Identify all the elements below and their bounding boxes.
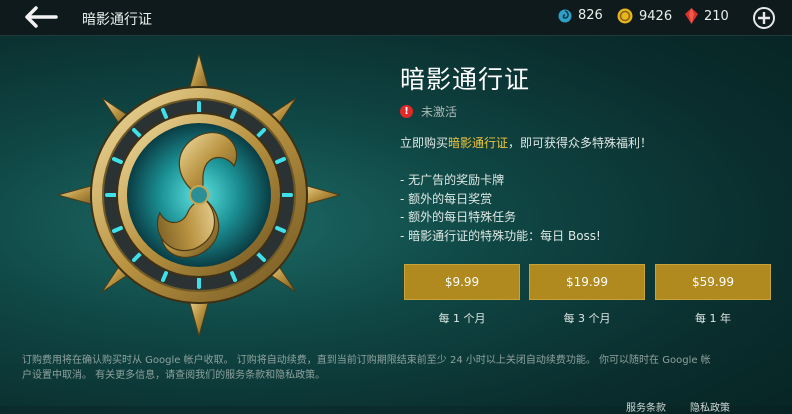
benefit-item: - 额外的每日特殊任务 — [400, 210, 517, 224]
page-title: 暗影通行证 — [82, 12, 152, 28]
currency-swirl: 826 — [558, 8, 603, 23]
desc-suffix: ，即可获得众多特殊福利！ — [508, 136, 653, 150]
blue-swirl-icon — [558, 9, 572, 22]
buy-yearly-button[interactable]: $59.99 — [655, 264, 771, 300]
desc-prefix: 立即购买 — [400, 136, 449, 150]
currency-gold-value: 9426 — [639, 8, 673, 24]
gold-coin-icon — [617, 8, 633, 24]
benefit-item: - 无广告的奖励卡牌 — [400, 173, 505, 187]
status-badge: ! 未激活 — [400, 103, 457, 120]
legal-notice: 订购费用将在确认购买时从 Google 帐户收取。 订购将自动续费，直到当前订购… — [22, 355, 711, 381]
benefits-list: - 无广告的奖励卡牌 - 额外的每日奖赏 - 额外的每日特殊任务 - 暗影通行证… — [400, 171, 601, 245]
terms-link[interactable]: 服务条款 — [626, 403, 666, 414]
currency-gold: 9426 — [617, 8, 672, 24]
pass-title: 暗影通行证 — [400, 65, 531, 94]
legal-links: 服务条款 隐私政策 — [626, 399, 754, 414]
currency-gem: 210 — [685, 8, 729, 24]
period-yearly: 每 1 年 — [695, 312, 731, 325]
top-bar: 暗影通行证 826 9426 210 — [0, 0, 792, 36]
buy-monthly-button[interactable]: $9.99 — [404, 264, 520, 300]
red-gem-icon — [685, 8, 698, 24]
buy-quarterly-button[interactable]: $19.99 — [529, 264, 645, 300]
status-text: 未激活 — [421, 105, 458, 119]
pass-description: 立即购买暗影通行证，即可获得众多特殊福利！ — [400, 134, 652, 151]
benefit-item: - 额外的每日奖赏 — [400, 191, 493, 206]
back-arrow-icon[interactable] — [22, 5, 58, 29]
currency-gem-value: 210 — [704, 8, 729, 24]
warning-icon: ! — [400, 105, 413, 118]
privacy-link[interactable]: 隐私政策 — [690, 403, 730, 414]
period-monthly: 每 1 个月 — [438, 312, 486, 325]
desc-highlight: 暗影通行证 — [448, 136, 509, 150]
period-quarterly: 每 3 个月 — [563, 312, 611, 325]
shadow-pass-emblem-icon — [58, 54, 340, 336]
benefit-item: - 暗影通行证的特殊功能：每日 Boss! — [400, 228, 601, 243]
currency-swirl-value: 826 — [578, 8, 603, 23]
add-currency-icon[interactable] — [752, 6, 776, 30]
